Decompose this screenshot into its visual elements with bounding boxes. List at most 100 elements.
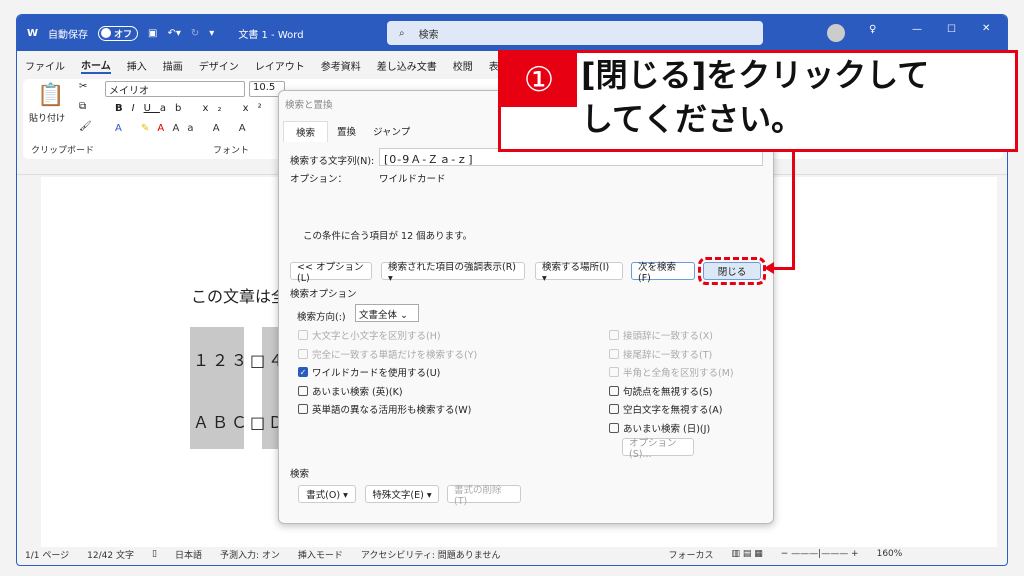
direction-label: 検索方向(:): [297, 312, 346, 323]
clipboard-icon[interactable]: 📋: [37, 83, 64, 108]
option-checkbox: 接尾辞に一致する(T): [609, 347, 712, 361]
options-label: オプション：: [290, 174, 348, 185]
checkbox-label: 句読点を無視する(S): [623, 386, 713, 398]
book-icon[interactable]: ▯: [152, 549, 157, 559]
toggle-state: オフ: [114, 29, 133, 40]
find-in-button[interactable]: 検索する場所(I) ▾: [535, 262, 623, 284]
clear-format-button[interactable]: 書式の削除(T): [447, 485, 521, 507]
option-checkbox[interactable]: ✓ ワイルドカードを使用する(U): [298, 365, 440, 379]
maximize-icon[interactable]: ☐: [947, 24, 956, 35]
minimize-icon[interactable]: —: [912, 24, 922, 35]
save-icon[interactable]: ▣: [148, 28, 157, 39]
checkbox-icon: [609, 348, 619, 359]
format-painter-icon[interactable]: 🖌: [79, 121, 92, 132]
tab-goto[interactable]: ジャンプ: [373, 124, 410, 138]
option-checkbox[interactable]: あいまい検索 (英)(K): [298, 384, 403, 398]
options-value: ワイルドカード: [379, 174, 446, 185]
tab-find[interactable]: 検索: [283, 121, 329, 142]
instruction-line: してください。: [581, 100, 804, 138]
tab-insert[interactable]: 挿入: [127, 58, 147, 73]
tab-layout[interactable]: レイアウト: [255, 58, 305, 73]
checkbox-icon: [609, 367, 619, 377]
tab-design[interactable]: デザイン: [199, 58, 239, 73]
callout-arrow: [772, 267, 795, 270]
customize-icon[interactable]: ▾: [209, 28, 214, 39]
dialog-title: 検索と置換: [285, 100, 333, 111]
language[interactable]: 日本語: [175, 548, 202, 561]
result-message: この条件に合う項目が 12 個あります。: [303, 231, 473, 242]
highlight-button[interactable]: 検索された項目の強調表示(R) ▾: [381, 262, 525, 284]
insert-mode[interactable]: 挿入モード: [298, 548, 343, 561]
tab-replace[interactable]: 置換: [337, 124, 356, 138]
tab-references[interactable]: 参考資料: [321, 58, 361, 73]
accessibility-status[interactable]: アクセシビリティ: 問題ありません: [361, 548, 501, 561]
lightbulb-icon[interactable]: ♀: [869, 24, 876, 35]
less-options-button[interactable]: << オプション(L): [290, 262, 372, 284]
search-placeholder: 検索: [418, 29, 439, 41]
autosave-toggle[interactable]: オフ: [98, 25, 139, 41]
step-number-badge: ①: [501, 53, 577, 107]
option-checkbox[interactable]: 句読点を無視する(S): [609, 384, 712, 398]
find-next-button[interactable]: 次を検索(F): [631, 262, 695, 284]
word-count[interactable]: 12/42 文字: [87, 548, 134, 561]
highlighted-text: １２３: [193, 351, 251, 370]
close-button[interactable]: 閉じる: [698, 257, 766, 285]
checkbox-icon: [298, 348, 308, 359]
option-checkbox: 大文字と小文字を区別する(H): [298, 328, 441, 342]
checkbox-label: ワイルドカードを使用する(U): [312, 368, 441, 379]
zoom-level[interactable]: 160%: [877, 549, 903, 559]
special-button[interactable]: 特殊文字(E) ▾: [365, 485, 439, 503]
option-checkbox[interactable]: 英単語の異なる活用形も検索する(W): [298, 402, 471, 416]
instruction-text: [閉じる]をクリックして してください。: [581, 53, 929, 141]
page-count[interactable]: 1/1 ページ: [25, 548, 69, 561]
checkbox-icon: [609, 404, 619, 414]
option-checkbox[interactable]: あいまい検索 (日)(J): [609, 421, 710, 435]
checkbox-label: あいまい検索 (英)(K): [312, 386, 403, 398]
focus-button[interactable]: フォーカス: [669, 548, 714, 561]
account-icon[interactable]: [827, 24, 845, 42]
tab-file[interactable]: ファイル: [25, 58, 65, 73]
font-color-buttons[interactable]: A ✎AAa A A: [115, 123, 254, 134]
redo-icon[interactable]: ↻: [191, 28, 199, 39]
jp-options-button[interactable]: オプション(S)...: [622, 438, 694, 460]
tab-review[interactable]: 校閲: [453, 58, 473, 73]
search-box[interactable]: ⌕ 検索: [387, 21, 763, 45]
option-checkbox: 半角と全角を区別する(M): [609, 365, 734, 379]
font-format-buttons[interactable]: BIUab x₂ x²: [115, 103, 271, 114]
checkbox-icon: [298, 404, 308, 414]
predictive-input[interactable]: 予測入力: オン: [220, 548, 280, 561]
direction-value: 文書全体: [359, 310, 398, 321]
checkbox-label: 大文字と小文字を区別する(H): [312, 331, 441, 342]
arrow-head-icon: [764, 262, 774, 274]
tab-home[interactable]: ホーム: [81, 57, 111, 74]
instruction-callout: ① [閉じる]をクリックして してください。: [498, 50, 1018, 152]
undo-icon[interactable]: ↶▾: [168, 28, 181, 39]
font-name-select[interactable]: メイリオ: [105, 81, 245, 97]
format-button[interactable]: 書式(O) ▾: [298, 485, 356, 503]
view-icons[interactable]: ▥ ▤ ▦: [732, 549, 763, 559]
highlighted-text: ＡＢＣ: [193, 413, 251, 432]
checkbox-icon: [298, 385, 308, 396]
copy-icon[interactable]: ⧉: [79, 101, 86, 112]
paste-button[interactable]: 貼り付け: [29, 111, 65, 124]
title-bar: W 自動保存 オフ ▣ ↶▾ ↻ ▾ 文書 1 - Word ⌕ 検索 ♀ — ☐…: [17, 15, 1007, 51]
direction-select[interactable]: 文書全体 ⌄: [355, 304, 419, 322]
tab-mailings[interactable]: 差し込み文書: [377, 58, 437, 73]
checkbox-label: 空白文字を無視する(A): [623, 405, 723, 416]
instruction-line: [閉じる]をクリックして: [581, 56, 930, 94]
search-options-heading: 検索オプション: [290, 289, 357, 300]
tab-draw[interactable]: 描画: [163, 58, 183, 73]
checkbox-icon: [609, 385, 619, 396]
option-checkbox: 完全に一致する単語だけを検索する(Y): [298, 347, 477, 361]
autosave-label: 自動保存: [48, 29, 89, 41]
font-group-label: フォント: [213, 146, 250, 156]
checkbox-label: 接頭辞に一致する(X): [623, 331, 713, 342]
close-window-icon[interactable]: ✕: [982, 23, 990, 34]
zoom-slider[interactable]: − ———|——— +: [781, 549, 859, 559]
checkbox-label: 完全に一致する単語だけを検索する(Y): [312, 349, 478, 361]
option-checkbox[interactable]: 空白文字を無視する(A): [609, 402, 722, 416]
checkbox-label: あいまい検索 (日)(J): [623, 423, 711, 435]
cut-icon[interactable]: ✂: [79, 81, 87, 92]
document-text: この文章は全: [191, 287, 288, 306]
callout-arrow: [792, 152, 795, 270]
